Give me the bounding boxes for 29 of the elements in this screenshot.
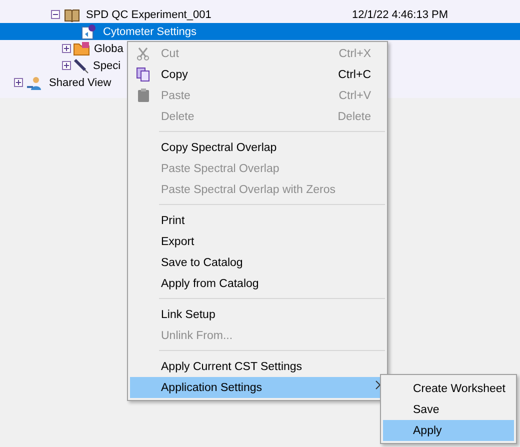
menu-item[interactable]: Copy Spectral Overlap xyxy=(130,137,385,158)
tree-item[interactable]: Globa xyxy=(92,42,126,54)
menu-item[interactable]: Create Worksheet xyxy=(383,378,514,399)
tree-item[interactable]: Speci xyxy=(91,60,123,72)
tree-item[interactable]: Cytometer Settings xyxy=(101,26,199,38)
folder-icon xyxy=(73,41,90,56)
chevron-right-icon xyxy=(375,380,381,390)
copy-icon xyxy=(136,67,150,82)
menu-item[interactable]: Save xyxy=(383,399,514,420)
settings-document-icon xyxy=(81,24,97,40)
menu-item[interactable]: Link Setup xyxy=(130,304,385,325)
tree-item[interactable]: Shared View xyxy=(47,76,114,88)
menu-item[interactable]: Apply xyxy=(383,420,514,441)
expand-icon[interactable] xyxy=(62,61,71,70)
menu-item[interactable]: Apply Current CST Settings xyxy=(130,356,385,377)
date-text: 12/1/22 4:46:13 PM xyxy=(352,8,448,20)
menu-item[interactable]: Apply from Catalog xyxy=(130,273,385,294)
menu-item[interactable]: Export xyxy=(130,231,385,252)
scissors-icon xyxy=(136,46,150,60)
expand-icon[interactable] xyxy=(62,44,71,53)
clipboard-icon xyxy=(136,88,150,103)
collapse-icon[interactable] xyxy=(51,10,60,19)
shared-user-icon xyxy=(27,74,43,90)
menu-item[interactable]: Save to Catalog xyxy=(130,252,385,273)
menu-item[interactable]: Copy Ctrl+C xyxy=(130,64,385,85)
expand-icon[interactable] xyxy=(14,78,23,87)
menu-item[interactable]: Print xyxy=(130,210,385,231)
book-icon xyxy=(64,8,80,22)
tree-item[interactable]: SPD QC Experiment_001 xyxy=(84,8,214,20)
